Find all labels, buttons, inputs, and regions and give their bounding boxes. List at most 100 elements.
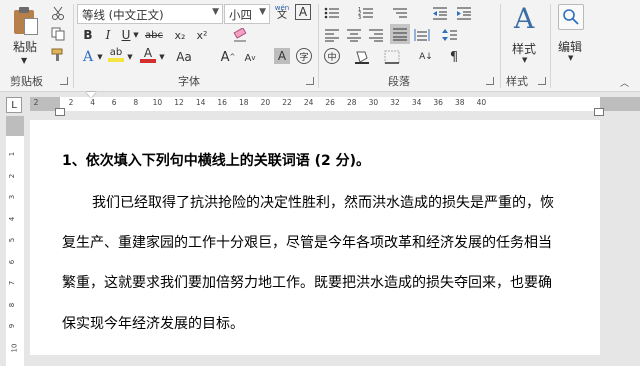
multilevel-list-icon[interactable] — [392, 4, 408, 22]
vertical-ruler-margin — [6, 116, 24, 136]
show-marks-icon[interactable]: ¶ — [446, 48, 462, 66]
distributed-icon[interactable] — [414, 26, 430, 44]
line-spacing-icon[interactable] — [442, 26, 458, 44]
ruler-tick-label: 14 — [195, 98, 206, 107]
tab-selector-glyph: L — [11, 99, 17, 111]
copy-icon[interactable] — [50, 25, 66, 43]
ruler-tick-label: 8 — [133, 98, 139, 107]
ribbon: 粘贴 ▼ 剪贴板 等线 (中文正文) ▼ 小四 ▼ wén 文 A B I U … — [0, 0, 640, 92]
clear-format-icon[interactable] — [232, 26, 248, 44]
search-icon — [558, 4, 584, 30]
paste-icon — [10, 6, 40, 36]
aa-change-case-button[interactable]: Aa — [176, 48, 192, 66]
grow-glyph: A — [220, 49, 230, 65]
vertical-ruler-tick-label: 3 — [8, 194, 17, 200]
subscript-button[interactable]: x₂ — [172, 26, 188, 44]
underline-glyph: U — [121, 28, 131, 42]
align-center-icon[interactable] — [346, 26, 362, 44]
sort-icon[interactable]: A↓ — [418, 48, 434, 66]
decrease-indent-icon[interactable] — [432, 4, 448, 22]
font-launcher[interactable] — [306, 77, 314, 85]
styles-button[interactable]: A 样式 ▼ — [504, 2, 546, 68]
phonetic-guide-button[interactable]: wén 文 — [274, 3, 290, 21]
vertical-ruler-tick-label: 6 — [8, 259, 17, 264]
italic-glyph: I — [105, 28, 111, 42]
editing-label: 编辑 — [558, 40, 583, 54]
text-effect-button[interactable]: A — [80, 48, 96, 66]
left-indent-marker[interactable] — [55, 108, 65, 116]
justify-icon[interactable] — [390, 24, 410, 44]
ruler-tick-label: 4 — [90, 98, 95, 107]
paste-button[interactable]: 粘贴 ▼ — [6, 4, 42, 68]
enclose-char-button[interactable]: 字 — [296, 48, 312, 64]
enclose-glyph: 字 — [299, 52, 309, 63]
clipboard-launcher[interactable] — [60, 77, 68, 85]
strikethrough-button[interactable]: abc — [145, 26, 163, 44]
align-right-icon[interactable] — [368, 26, 384, 44]
paragraph-launcher[interactable] — [486, 77, 494, 85]
shrink-font-button[interactable]: Av — [242, 49, 258, 67]
ruler-tick-label: 36 — [433, 98, 443, 107]
font-group-label: 字体 — [178, 75, 200, 88]
bullets-icon[interactable] — [324, 4, 340, 22]
underline-dropdown[interactable]: ▼ — [132, 26, 140, 44]
question-heading: 1、依次填入下列句中横线上的关联词语 (2 分)。 — [62, 153, 371, 169]
chevron-down-icon: ▼ — [568, 54, 574, 62]
ruler-tick-label: 24 — [303, 98, 314, 107]
ruler-tick-label: 30 — [368, 98, 379, 107]
chevron-down-icon: ▼ — [522, 56, 528, 64]
numbering-icon[interactable]: 123 — [358, 4, 374, 22]
tab-selector[interactable]: L — [6, 97, 22, 113]
clipboard-group-label: 剪贴板 — [10, 75, 43, 88]
vertical-ruler-tick-label: 1 — [8, 151, 17, 157]
ruler-tick-label: 12 — [174, 98, 184, 107]
ruler-tick-label: 16 — [217, 98, 227, 107]
borders-icon[interactable] — [384, 48, 400, 66]
horizontal-ruler: L — [0, 92, 640, 116]
vertical-ruler-tick-label: 5 — [8, 237, 17, 243]
styles-label: 样式 — [512, 42, 537, 56]
align-left-icon[interactable] — [324, 26, 340, 44]
vertical-ruler-tick-label: 9 — [8, 323, 17, 329]
ruler-tick-label: 38 — [455, 98, 465, 107]
char-border-button[interactable]: A — [295, 4, 311, 20]
asian-layout-icon[interactable]: 中 — [324, 48, 340, 64]
font-color-bar — [140, 58, 156, 63]
cut-icon[interactable] — [50, 4, 66, 22]
font-size-value: 小四 — [229, 8, 252, 22]
styles-launcher[interactable] — [538, 77, 546, 85]
paragraph-group-label: 段落 — [388, 75, 410, 88]
char-shading-button[interactable]: A — [274, 48, 290, 64]
editing-button[interactable]: 编辑 ▼ — [554, 2, 590, 68]
italic-button[interactable]: I — [100, 26, 116, 44]
shrink-glyph: A — [244, 52, 252, 64]
paragraph-line: 我们已经取得了抗洪抢险的决定性胜利，然而洪水造成的损失是严重的，恢 — [92, 195, 554, 211]
font-name-select[interactable]: 等线 (中文正文) ▼ — [77, 4, 223, 24]
shading-icon[interactable] — [354, 48, 370, 66]
increase-indent-icon[interactable] — [456, 4, 472, 22]
superscript-button[interactable]: x² — [194, 26, 210, 44]
format-painter-icon[interactable] — [50, 46, 66, 64]
font-color-glyph: A — [143, 45, 153, 60]
vertical-ruler-tick-label: 8 — [8, 302, 17, 307]
ruler-tick-label: 2 — [33, 98, 39, 107]
text-effect-dropdown[interactable]: ▼ — [96, 48, 104, 66]
chevron-down-icon[interactable]: ▼ — [21, 56, 27, 65]
paragraph-line: 繁重，这就要求我们要加倍努力地工作。既要把洪水造成的损失夺回来，也要确 — [62, 275, 552, 291]
font-name-value: 等线 (中文正文) — [82, 8, 164, 22]
right-indent-marker[interactable] — [594, 108, 604, 116]
bold-button[interactable]: B — [80, 26, 96, 44]
font-color-dropdown[interactable]: ▼ — [158, 48, 166, 66]
grow-font-button[interactable]: A ^ — [220, 48, 236, 66]
font-size-select[interactable]: 小四 ▼ — [224, 4, 270, 24]
highlight-button[interactable]: ab — [108, 46, 124, 64]
ruler-tick-label: 20 — [260, 98, 271, 107]
highlight-dropdown[interactable]: ▼ — [126, 48, 134, 66]
paragraph-line: 复生产、重建家园的工作十分艰巨，尽管是今年各项改革和经济发展的任务相当 — [62, 235, 552, 251]
paragraph-line: 保实现今年经济发展的目标。 — [62, 316, 244, 332]
vertical-ruler-tick-label: 10 — [10, 343, 19, 352]
sub-glyph: x₂ — [174, 28, 186, 42]
collapse-ribbon-icon[interactable]: ︿ — [620, 76, 629, 89]
bold-glyph: B — [83, 28, 93, 42]
font-color-button[interactable]: A — [140, 46, 156, 64]
